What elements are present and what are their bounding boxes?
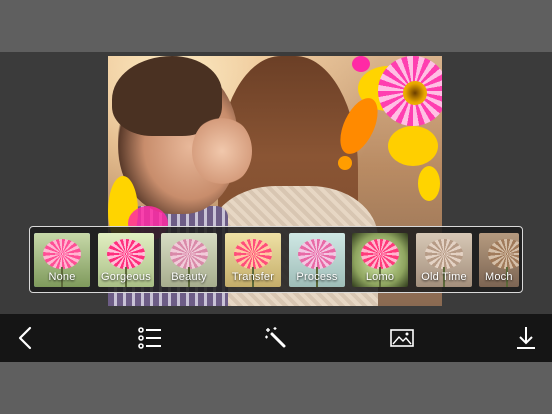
filter-process[interactable]: Process [289, 233, 345, 287]
filter-transfer[interactable]: Transfer [225, 233, 281, 287]
back-chevron-icon [18, 326, 32, 350]
filter-label: None [48, 271, 76, 283]
list-button[interactable] [136, 324, 164, 352]
filter-lomo[interactable]: Lomo [352, 233, 408, 287]
orange-splash [338, 156, 352, 170]
pink-splash [352, 56, 370, 72]
magic-wand-icon [265, 327, 286, 348]
filter-label: Gorgeous [101, 271, 151, 283]
filter-old-time[interactable]: Old Time [416, 233, 472, 287]
filter-gorgeous[interactable]: Gorgeous [98, 233, 154, 287]
top-bar [0, 0, 552, 52]
yellow-splash [418, 166, 440, 201]
yellow-splash [388, 126, 438, 166]
bottom-toolbar [0, 314, 552, 362]
image-icon [390, 329, 414, 347]
filter-beauty[interactable]: Beauty [161, 233, 217, 287]
filter-label: Moch [485, 271, 513, 283]
image-button[interactable] [388, 324, 416, 352]
back-button[interactable] [12, 324, 40, 352]
magic-wand-button[interactable] [262, 324, 290, 352]
download-icon [517, 327, 535, 349]
filter-strip[interactable]: None Gorgeous Beauty Transfer Process Lo… [29, 226, 523, 293]
hand [192, 116, 252, 186]
filter-label: Process [296, 271, 338, 283]
filter-label: Old Time [421, 271, 467, 283]
list-icon [138, 327, 161, 349]
flower-center [403, 81, 427, 105]
bottom-bar [0, 362, 552, 414]
filter-label: Transfer [231, 271, 275, 283]
filter-label: Lomo [365, 271, 395, 283]
filter-none[interactable]: None [34, 233, 90, 287]
filter-label: Beauty [171, 271, 207, 283]
download-button[interactable] [512, 324, 540, 352]
filter-moch[interactable]: Moch [479, 233, 519, 287]
